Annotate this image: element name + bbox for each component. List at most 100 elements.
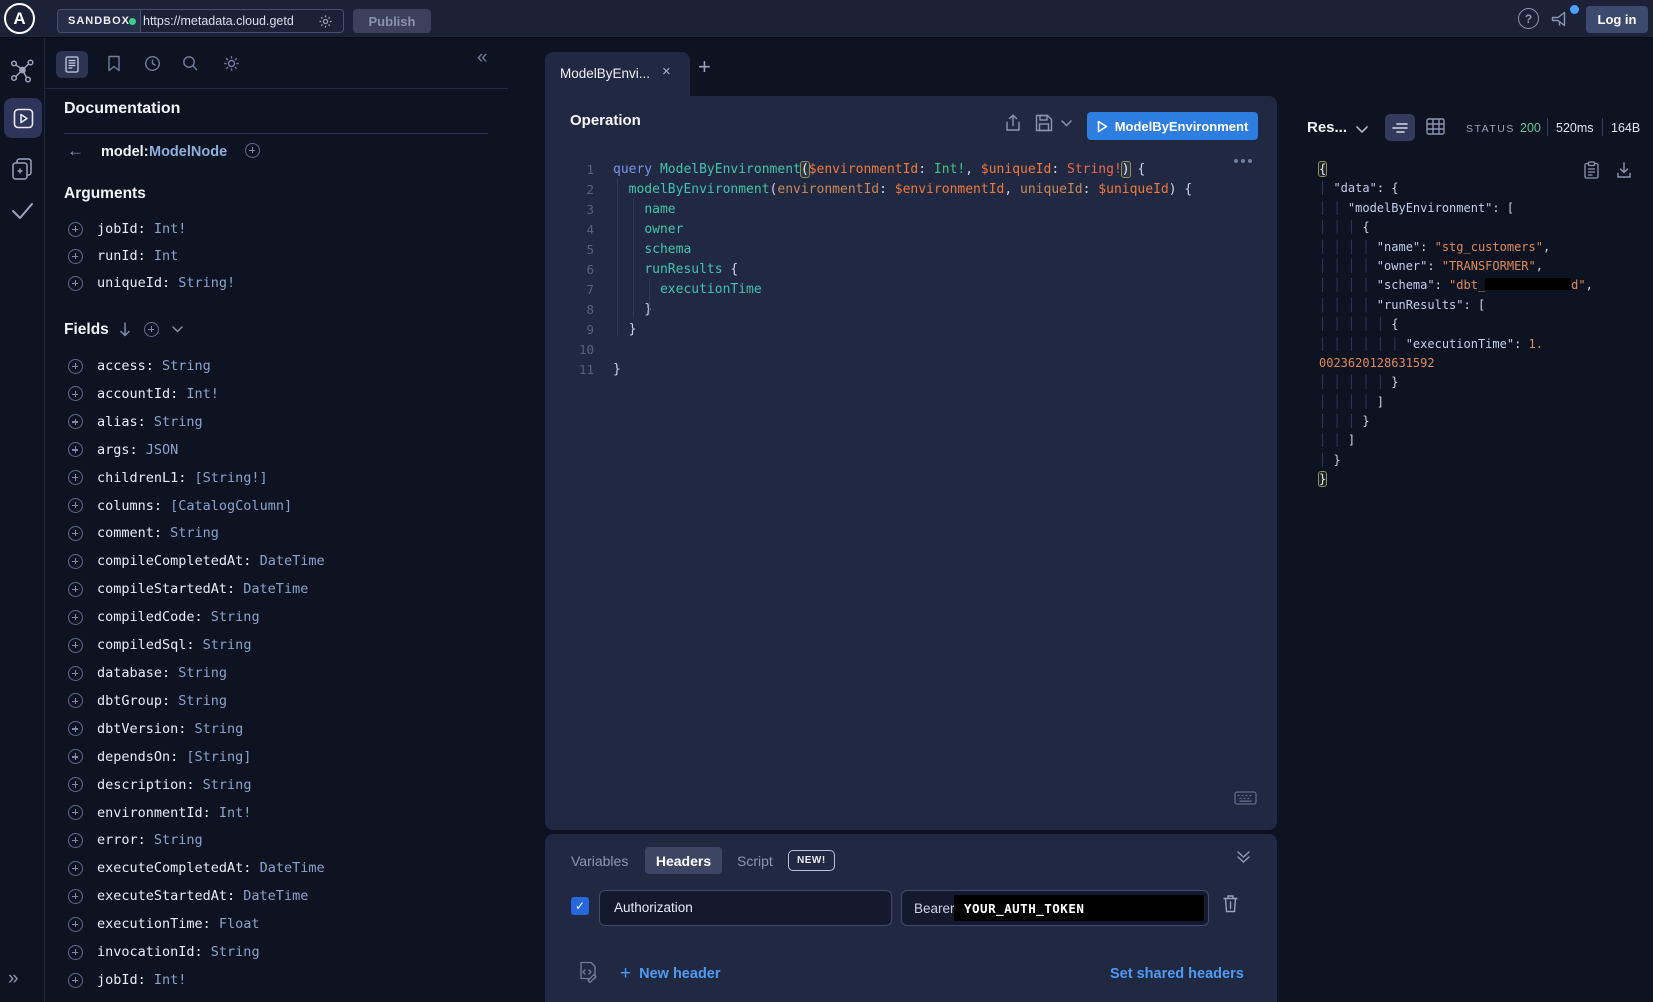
schema-field-row[interactable]: invocationId: String — [68, 943, 260, 961]
add-field-to-query-button[interactable] — [68, 777, 83, 792]
add-field-to-query-button[interactable] — [68, 861, 83, 876]
endpoint-settings-gear-icon[interactable] — [318, 14, 333, 29]
announcements-megaphone-icon[interactable] — [1550, 9, 1572, 30]
schema-graph-icon[interactable] — [9, 58, 36, 85]
header-enabled-checkbox[interactable]: ✓ — [571, 897, 589, 915]
schema-field-row[interactable]: args: JSON — [68, 441, 178, 459]
schema-field-row[interactable]: dependsOn: [String] — [68, 748, 251, 766]
add-field-to-query-button[interactable] — [68, 833, 83, 848]
add-field-to-query-button[interactable] — [68, 414, 83, 429]
schema-field-row[interactable]: childrenL1: [String!] — [68, 469, 268, 487]
settings-gear-icon[interactable] — [223, 55, 240, 72]
add-field-to-query-button[interactable] — [68, 889, 83, 904]
schema-field-row[interactable]: dbtGroup: String — [68, 692, 227, 710]
schema-field-row[interactable]: dbtVersion: String — [68, 720, 243, 738]
schema-field-row[interactable]: environmentId: Int! — [68, 804, 251, 822]
schema-field-row[interactable]: columns: [CatalogColumn] — [68, 497, 292, 515]
keyboard-shortcuts-icon[interactable] — [1234, 791, 1257, 805]
response-table-view-toggle[interactable] — [1426, 118, 1445, 135]
run-operation-button[interactable]: ModelByEnvironment — [1087, 112, 1258, 140]
chevron-down-icon[interactable] — [172, 326, 183, 333]
search-icon[interactable] — [182, 55, 199, 72]
add-field-to-query-button[interactable] — [68, 276, 83, 291]
add-field-to-query-button[interactable] — [68, 917, 83, 932]
add-field-to-query-button[interactable] — [68, 749, 83, 764]
explorer-nav-item[interactable] — [4, 98, 42, 138]
response-raw-view-toggle[interactable] — [1385, 114, 1415, 141]
add-field-to-query-button[interactable] — [68, 526, 83, 541]
sort-fields-icon[interactable] — [119, 322, 131, 337]
history-clock-icon[interactable] — [144, 55, 161, 72]
schema-field-row[interactable]: executeCompletedAt: DateTime — [68, 859, 325, 877]
download-response-icon[interactable] — [1616, 161, 1632, 179]
add-field-to-query-button[interactable] — [68, 249, 83, 264]
graphql-editor[interactable]: 1query ModelByEnvironment($environmentId… — [560, 160, 1192, 380]
endpoint-url-input[interactable]: https://metadata.cloud.getd — [121, 9, 344, 33]
schema-field-row[interactable]: alias: String — [68, 413, 203, 431]
add-field-to-query-button[interactable] — [68, 610, 83, 625]
schema-field-row[interactable]: description: String — [68, 776, 251, 794]
environment-variables-icon[interactable] — [579, 961, 598, 983]
schema-field-row[interactable]: comment: String — [68, 524, 219, 542]
schema-field-row[interactable]: database: String — [68, 664, 227, 682]
add-field-to-query-button[interactable] — [68, 693, 83, 708]
new-header-button[interactable]: + New header — [620, 963, 721, 985]
tab-variables[interactable]: Variables — [571, 853, 628, 869]
schema-field-row[interactable]: compiledSql: String — [68, 636, 251, 654]
add-field-to-query-button[interactable] — [68, 359, 83, 374]
save-operation-icon[interactable] — [1035, 114, 1053, 132]
add-all-fields-button[interactable] — [144, 322, 159, 337]
schema-field-row[interactable]: executeStartedAt: DateTime — [68, 887, 308, 905]
login-button[interactable]: Log in — [1586, 6, 1648, 33]
schema-field-row[interactable]: accountId: Int! — [68, 385, 219, 403]
schema-field-row[interactable]: jobId: Int! — [68, 971, 186, 989]
schema-field-row[interactable]: compiledCode: String — [68, 608, 260, 626]
schema-field-row[interactable]: jobId: Int! — [68, 220, 186, 238]
editor-menu-ellipsis-icon[interactable] — [1234, 159, 1252, 163]
add-field-to-query-button[interactable] — [245, 143, 260, 158]
header-key-input[interactable]: Authorization — [599, 890, 892, 926]
add-field-to-query-button[interactable] — [68, 222, 83, 237]
add-field-to-query-button[interactable] — [68, 945, 83, 960]
add-field-to-query-button[interactable] — [68, 638, 83, 653]
help-icon[interactable]: ? — [1518, 8, 1539, 29]
save-options-chevron-icon[interactable] — [1061, 120, 1072, 127]
docs-tab-button[interactable] — [56, 51, 88, 78]
expand-rail-chevrons-icon[interactable]: » — [8, 968, 19, 990]
add-field-to-query-button[interactable] — [68, 805, 83, 820]
add-field-to-query-button[interactable] — [68, 721, 83, 736]
tab-script[interactable]: Script — [737, 853, 773, 869]
tab-modelbyenvironment[interactable]: ModelByEnvi... × — [545, 52, 690, 96]
response-dropdown-chevron-icon[interactable] — [1356, 126, 1368, 134]
add-field-to-query-button[interactable] — [68, 582, 83, 597]
schema-field-row[interactable]: runId: Int — [68, 247, 178, 265]
schema-field-row[interactable]: error: String — [68, 831, 203, 849]
publish-button[interactable]: Publish — [353, 9, 431, 33]
back-arrow-icon[interactable]: ← — [67, 141, 84, 161]
new-tab-button[interactable]: + — [698, 54, 711, 80]
add-field-to-query-button[interactable] — [68, 498, 83, 513]
collapse-panel-chevrons-icon[interactable]: « — [477, 47, 488, 69]
header-value-input[interactable]: Bearer YOUR_AUTH_TOKEN — [901, 890, 1209, 926]
add-field-to-query-button[interactable] — [68, 973, 83, 988]
bookmark-icon[interactable] — [107, 55, 121, 72]
add-field-to-query-button[interactable] — [68, 470, 83, 485]
tab-headers[interactable]: Headers — [645, 847, 722, 874]
checks-icon[interactable] — [9, 200, 36, 222]
set-shared-headers-link[interactable]: Set shared headers — [1110, 966, 1244, 982]
schema-field-row[interactable]: compileCompletedAt: DateTime — [68, 552, 325, 570]
add-field-to-query-button[interactable] — [68, 442, 83, 457]
delete-header-trash-icon[interactable] — [1222, 894, 1239, 913]
add-field-to-query-button[interactable] — [68, 554, 83, 569]
sandbox-collections-icon[interactable] — [9, 155, 36, 183]
apollo-logo-icon[interactable]: A — [4, 3, 35, 34]
add-field-to-query-button[interactable] — [68, 666, 83, 681]
schema-field-row[interactable]: access: String — [68, 357, 211, 375]
add-field-to-query-button[interactable] — [68, 386, 83, 401]
close-tab-icon[interactable]: × — [662, 63, 671, 80]
collapse-panel-double-chevron-icon[interactable] — [1236, 850, 1251, 864]
schema-field-row[interactable]: compileStartedAt: DateTime — [68, 580, 308, 598]
schema-field-row[interactable]: executionTime: Float — [68, 915, 260, 933]
share-operation-icon[interactable] — [1005, 114, 1021, 132]
schema-field-row[interactable]: uniqueId: String! — [68, 274, 235, 292]
